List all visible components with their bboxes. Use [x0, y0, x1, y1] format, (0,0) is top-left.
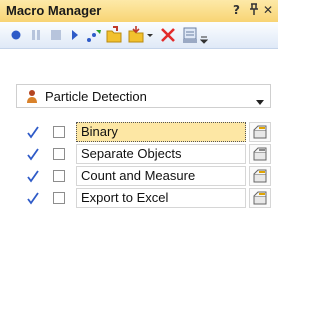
selected-macro: Particle Detection [45, 89, 147, 104]
enabled-check-icon[interactable] [26, 169, 40, 183]
list-item[interactable]: Count and Measure [26, 165, 271, 187]
step-run-icon [87, 30, 101, 42]
save-dropdown-button[interactable] [145, 25, 155, 45]
window-title: Macro Manager [6, 3, 102, 18]
step-checkbox[interactable] [53, 148, 65, 160]
pause-button[interactable] [26, 25, 46, 45]
record-icon [11, 30, 21, 40]
play-button[interactable] [64, 25, 84, 45]
enabled-check-icon[interactable] [26, 125, 40, 139]
load-macro-icon [106, 26, 122, 43]
step-name[interactable]: Separate Objects [76, 144, 246, 164]
enabled-check-icon[interactable] [26, 147, 40, 161]
edit-step-button[interactable] [249, 144, 271, 164]
edit-step-button[interactable] [249, 166, 271, 186]
load-macro-button[interactable] [104, 25, 124, 45]
chevron-down-icon [147, 34, 153, 37]
stop-icon [51, 30, 61, 40]
edit-step-icon [253, 147, 267, 161]
list-item[interactable]: Binary [26, 121, 271, 143]
pin-button[interactable] [249, 3, 259, 18]
stop-button[interactable] [46, 25, 66, 45]
pin-icon [250, 3, 258, 15]
edit-step-icon [253, 191, 267, 205]
help-button[interactable]: ? [233, 3, 240, 17]
step-run-button[interactable] [84, 25, 104, 45]
title-bar: Macro Manager ? ✕ [0, 0, 278, 23]
edit-step-button[interactable] [249, 188, 271, 208]
step-name[interactable]: Binary [76, 122, 246, 142]
delete-button[interactable] [158, 25, 178, 45]
list-item[interactable]: Export to Excel [26, 187, 271, 209]
macro-selector[interactable]: Particle Detection [16, 84, 271, 108]
delete-icon [161, 28, 175, 42]
pause-icon [32, 30, 40, 40]
play-icon [72, 30, 78, 40]
edit-step-icon [253, 169, 267, 183]
step-checkbox[interactable] [53, 170, 65, 182]
toolbar-overflow-button[interactable] [200, 25, 208, 45]
macro-options-icon [183, 27, 197, 43]
person-icon [25, 89, 39, 103]
macro-toolbar [0, 22, 278, 49]
step-checkbox[interactable] [53, 126, 65, 138]
step-checkbox[interactable] [53, 192, 65, 204]
enabled-check-icon[interactable] [26, 191, 40, 205]
step-name[interactable]: Count and Measure [76, 166, 246, 186]
close-button[interactable]: ✕ [263, 3, 273, 17]
step-name[interactable]: Export to Excel [76, 188, 246, 208]
chevron-down-icon [256, 93, 264, 105]
macro-options-button[interactable] [180, 25, 200, 45]
edit-step-icon [253, 125, 267, 139]
edit-step-button[interactable] [249, 122, 271, 142]
overflow-chevron-icon [200, 36, 208, 44]
save-macro-icon [128, 26, 144, 43]
save-macro-button[interactable] [126, 25, 146, 45]
record-button[interactable] [6, 25, 26, 45]
macro-steps-list: Binary Separate Objects Count and Measur… [26, 121, 271, 209]
list-item[interactable]: Separate Objects [26, 143, 271, 165]
